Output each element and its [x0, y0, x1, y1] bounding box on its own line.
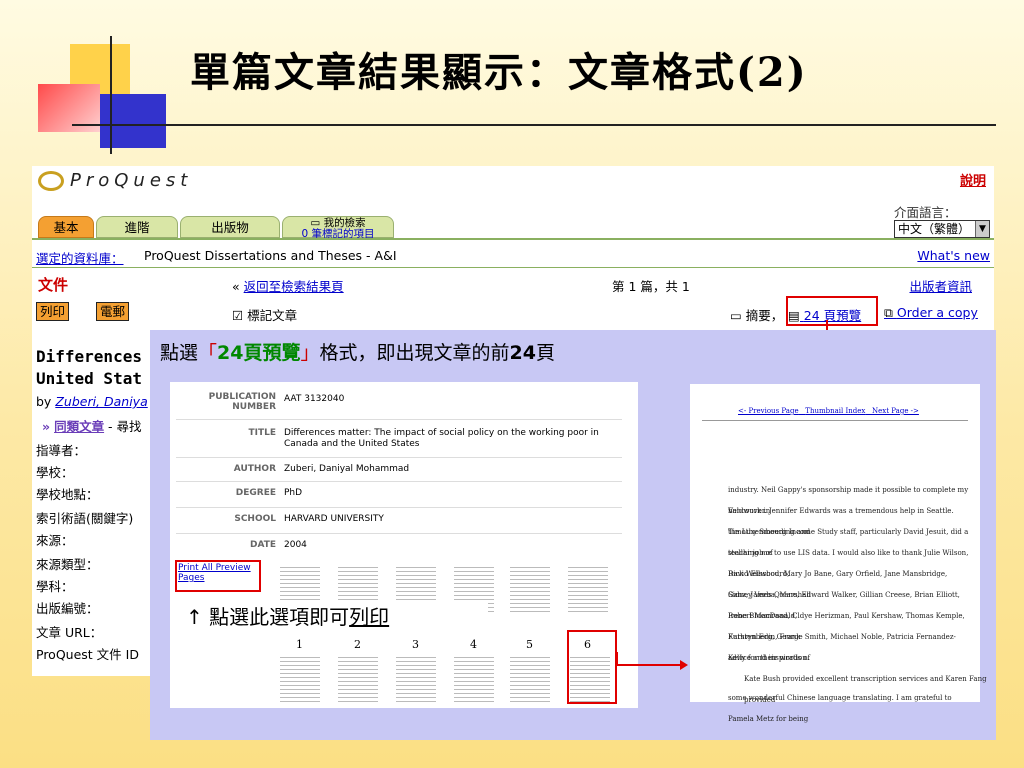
highlight-box-page-6: [567, 630, 617, 704]
order-copy-link[interactable]: ⧉ Order a copy: [884, 305, 978, 321]
similar-articles-link[interactable]: 同類文章: [54, 419, 104, 434]
byline: by Zuberi, Daniya: [36, 394, 148, 409]
field-source-type: 來源類型：: [36, 557, 99, 572]
thumb-number: 1: [296, 638, 303, 651]
preview-row: DEGREE PhD: [176, 484, 622, 508]
tab-basic[interactable]: 基本: [38, 216, 94, 238]
preview-row: SCHOOL HARVARD UNIVERSITY: [176, 510, 622, 534]
field-school: 學校：: [36, 465, 74, 480]
thumb-number: 5: [526, 638, 533, 651]
thumbnail-page-lower[interactable]: [454, 654, 494, 704]
thumbnail-page-lower[interactable]: [510, 654, 550, 704]
next-page-link[interactable]: Next Page ->: [872, 407, 919, 415]
thumbnail-page[interactable]: [510, 564, 550, 612]
instruction-text: 點選「24頁預覽」格式，即出現文章的前24頁: [160, 342, 555, 364]
field-school-location: 學校地點：: [36, 487, 99, 502]
field-source: 來源：: [36, 533, 74, 548]
tab-publications[interactable]: 出版物: [180, 216, 280, 238]
tab-my-search[interactable]: ▭ 我的檢索 0 筆標記的項目: [282, 216, 394, 240]
field-advisor: 指導者：: [36, 443, 87, 458]
whats-new-link[interactable]: What's new: [917, 248, 990, 263]
field-subject: 學科：: [36, 579, 74, 594]
proquest-logo: ProQuest: [38, 170, 192, 191]
thumb-number: 4: [470, 638, 477, 651]
similar-articles: » 同類文章 - 尋找: [42, 419, 142, 434]
decor-vertical-line: [110, 36, 112, 154]
thumbnail-index-link[interactable]: Thumbnail Index: [805, 407, 865, 415]
tab-advanced[interactable]: 進階: [96, 216, 178, 238]
title-underline: [72, 124, 996, 126]
field-publication-number: 出版編號：: [36, 601, 99, 616]
back-to-results-link[interactable]: 返回至檢索結果頁: [244, 279, 344, 294]
help-link[interactable]: 說明: [960, 170, 986, 189]
divider: [702, 420, 968, 421]
arrow-right-line: [616, 664, 684, 666]
format-abstract[interactable]: ▭ 摘要，: [730, 305, 783, 324]
field-article-url: 文章 URL：: [36, 625, 103, 640]
preview-row: AUTHOR Zuberi, Daniyal Mohammad: [176, 460, 622, 482]
publisher-info-link[interactable]: 出版者資訊: [909, 276, 972, 295]
page-line: advice and inspiration.: [728, 654, 810, 662]
field-index-terms: 索引術語(關鍵字): [36, 511, 134, 526]
preview-row: DATE 2004: [249, 540, 307, 550]
thumbnail-page-lower[interactable]: [338, 654, 378, 704]
divider: [32, 267, 994, 268]
preview-row: TITLE Differences matter: The impact of s…: [176, 424, 622, 458]
proquest-q-icon: [38, 171, 64, 191]
back-to-results: « 返回至檢索結果頁: [232, 279, 344, 294]
thumbnail-page-lower[interactable]: [280, 654, 320, 704]
previous-page-link[interactable]: <- Previous Page: [738, 407, 799, 415]
copy-icon: ⧉: [884, 305, 897, 320]
tab-underline: [32, 238, 994, 240]
print-note: ↑ 點選此選項即可列印: [176, 600, 488, 636]
thumbnail-page-lower[interactable]: [396, 654, 436, 704]
page-count: 第 1 篇，共 1: [612, 279, 690, 294]
mark-article-checkbox[interactable]: ☑ 標記文章: [232, 305, 297, 324]
preview-row: PUBLICATION NUMBER AAT 3132040: [176, 390, 622, 420]
document-heading: 文件: [38, 276, 69, 294]
arrow-right-stem: [616, 652, 618, 664]
page-line: some wonderful Chinese language translat…: [728, 694, 952, 723]
print-button[interactable]: 列印: [36, 302, 70, 321]
article-title: Differences United Stat: [36, 347, 142, 388]
thumb-number: 2: [354, 638, 361, 651]
arrow-right-head: [680, 660, 688, 670]
print-all-preview-link[interactable]: Print All Preview Pages: [175, 560, 261, 592]
chevron-down-icon[interactable]: ▼: [975, 221, 989, 237]
thumb-number: 3: [412, 638, 419, 651]
slide-title: 單篇文章結果顯示：文章格式(2): [190, 49, 808, 96]
selected-db-name: ProQuest Dissertations and Theses - A&I: [144, 248, 397, 263]
language-select[interactable]: 中文（繁體） ▼: [894, 220, 990, 238]
highlight-box-24-preview: [786, 296, 878, 326]
page-6-view: <- Previous Page Thumbnail Index Next Pa…: [690, 384, 987, 723]
field-proquest-doc-id: ProQuest 文件 ID: [36, 647, 139, 662]
doc-icon: ▭: [730, 308, 746, 323]
email-button[interactable]: 電郵: [96, 302, 130, 321]
language-label: 介面語言：: [894, 205, 957, 220]
thumbnail-page[interactable]: [568, 564, 608, 612]
author-link[interactable]: Zuberi, Daniya: [55, 394, 147, 409]
page-nav: <- Previous Page Thumbnail Index Next Pa…: [738, 406, 919, 416]
selected-db-link[interactable]: 選定的資料庫：: [36, 248, 124, 267]
